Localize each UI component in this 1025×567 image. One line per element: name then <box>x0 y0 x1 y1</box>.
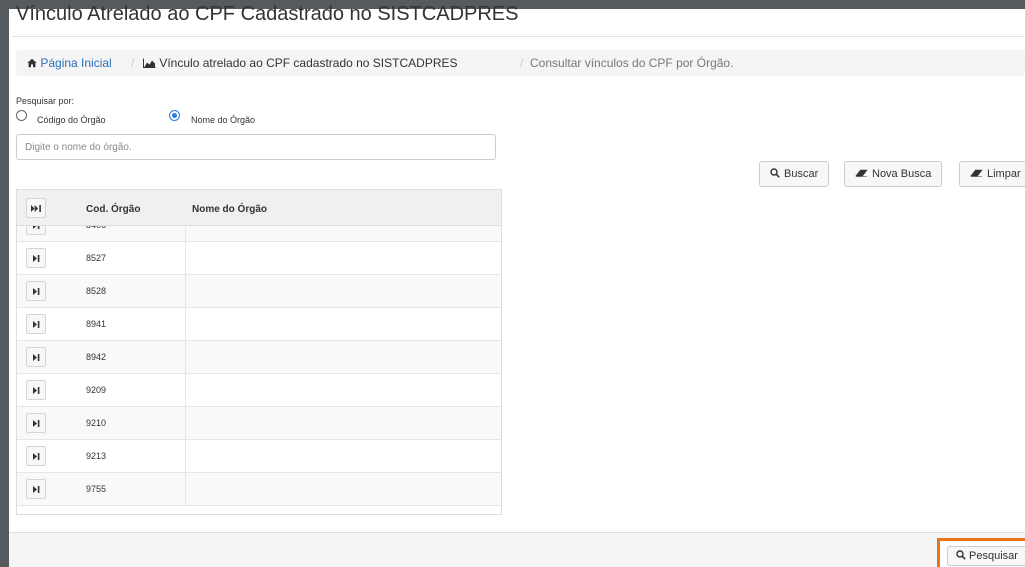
table-row[interactable]: 9210 <box>17 407 501 440</box>
breadcrumb-home[interactable]: Página Inicial <box>27 50 112 77</box>
row-code: 9755 <box>86 484 107 494</box>
limpar-button-label: Limpar <box>987 168 1021 180</box>
row-name <box>185 275 501 308</box>
row-select-button[interactable] <box>26 281 46 301</box>
step-forward-icon <box>32 414 40 432</box>
table-row[interactable]: 8942 <box>17 341 501 374</box>
row-code: 8941 <box>86 319 107 329</box>
select-all-button[interactable] <box>26 198 46 218</box>
row-select-button[interactable] <box>26 446 46 466</box>
buscar-button-label: Buscar <box>784 168 819 180</box>
row-name <box>185 341 501 374</box>
step-forward-icon <box>32 249 40 267</box>
row-select-button[interactable] <box>26 347 46 367</box>
row-code: 9213 <box>86 451 107 461</box>
step-forward-icon <box>32 480 40 498</box>
row-name <box>185 440 501 473</box>
table-row[interactable]: 9209 <box>17 374 501 407</box>
step-forward-icon <box>32 381 40 399</box>
radio-codigo-orgao-label: Código do Órgão <box>37 115 106 125</box>
step-forward-icon <box>32 447 40 465</box>
breadcrumb-separator: / <box>520 56 524 70</box>
radio-nome-orgao-label: Nome do Órgão <box>191 115 256 125</box>
row-code: 9209 <box>86 385 107 395</box>
table-row[interactable]: 9213 <box>17 440 501 473</box>
home-icon <box>27 51 37 77</box>
eraser-icon <box>855 168 868 180</box>
breadcrumb-section[interactable]: Vínculo atrelado ao CPF cadastrado no SI… <box>143 50 458 77</box>
row-code: 9210 <box>86 418 107 428</box>
row-name <box>185 374 501 407</box>
window-frame-left <box>0 9 9 567</box>
breadcrumb-home-label: Página Inicial <box>40 56 112 70</box>
fast-forward-icon <box>30 199 42 217</box>
table-row[interactable]: 8527 <box>17 242 501 275</box>
orgao-table: Cod. Órgão Nome do Órgão 8406 8527 8528 <box>16 189 502 515</box>
row-select-button[interactable] <box>26 248 46 268</box>
nova-busca-button-label: Nova Busca <box>872 168 932 180</box>
step-forward-icon <box>32 282 40 300</box>
footer-bar <box>9 533 1025 567</box>
breadcrumb-separator: / <box>131 56 135 70</box>
row-select-button[interactable] <box>26 413 46 433</box>
row-name <box>185 308 501 341</box>
buscar-button[interactable]: Buscar <box>759 161 830 187</box>
row-name <box>185 407 501 440</box>
pesquisar-button-label: Pesquisar <box>969 550 1018 562</box>
step-forward-icon <box>32 348 40 366</box>
row-select-button[interactable] <box>26 380 46 400</box>
row-name <box>185 242 501 275</box>
row-name <box>185 473 501 506</box>
nova-busca-button[interactable]: Nova Busca <box>844 161 943 187</box>
pesquisar-button[interactable]: Pesquisar <box>947 546 1025 566</box>
search-icon <box>956 549 966 563</box>
radio-codigo-orgao[interactable] <box>16 110 27 121</box>
row-code: 8527 <box>86 253 107 263</box>
table-row[interactable]: 8528 <box>17 275 501 308</box>
breadcrumb: Página Inicial / Vínculo atrelado ao CPF… <box>16 50 1025 76</box>
search-by-label: Pesquisar por: <box>16 96 75 106</box>
title-divider <box>12 36 1025 37</box>
row-select-button[interactable] <box>26 314 46 334</box>
breadcrumb-current: Consultar vínculos do CPF por Órgão. <box>530 56 734 70</box>
step-forward-icon <box>32 315 40 333</box>
table-header: Cod. Órgão Nome do Órgão <box>17 190 501 226</box>
page-title: Vínculo Atrelado ao CPF Cadastrado no SI… <box>16 3 519 25</box>
table-row[interactable]: 8941 <box>17 308 501 341</box>
radio-nome-orgao[interactable] <box>169 110 180 121</box>
eraser-icon <box>970 168 983 180</box>
column-header-code: Cod. Órgão <box>86 204 141 215</box>
orgao-name-input[interactable] <box>16 134 496 160</box>
table-row[interactable]: 9755 <box>17 473 501 506</box>
column-header-name: Nome do Órgão <box>192 204 268 215</box>
row-select-button[interactable] <box>26 479 46 499</box>
breadcrumb-section-label: Vínculo atrelado ao CPF cadastrado no SI… <box>159 56 458 70</box>
row-code: 8528 <box>86 286 107 296</box>
area-chart-icon <box>143 51 156 77</box>
limpar-button[interactable]: Limpar <box>959 161 1025 187</box>
row-code: 8942 <box>86 352 107 362</box>
search-icon <box>770 167 780 181</box>
